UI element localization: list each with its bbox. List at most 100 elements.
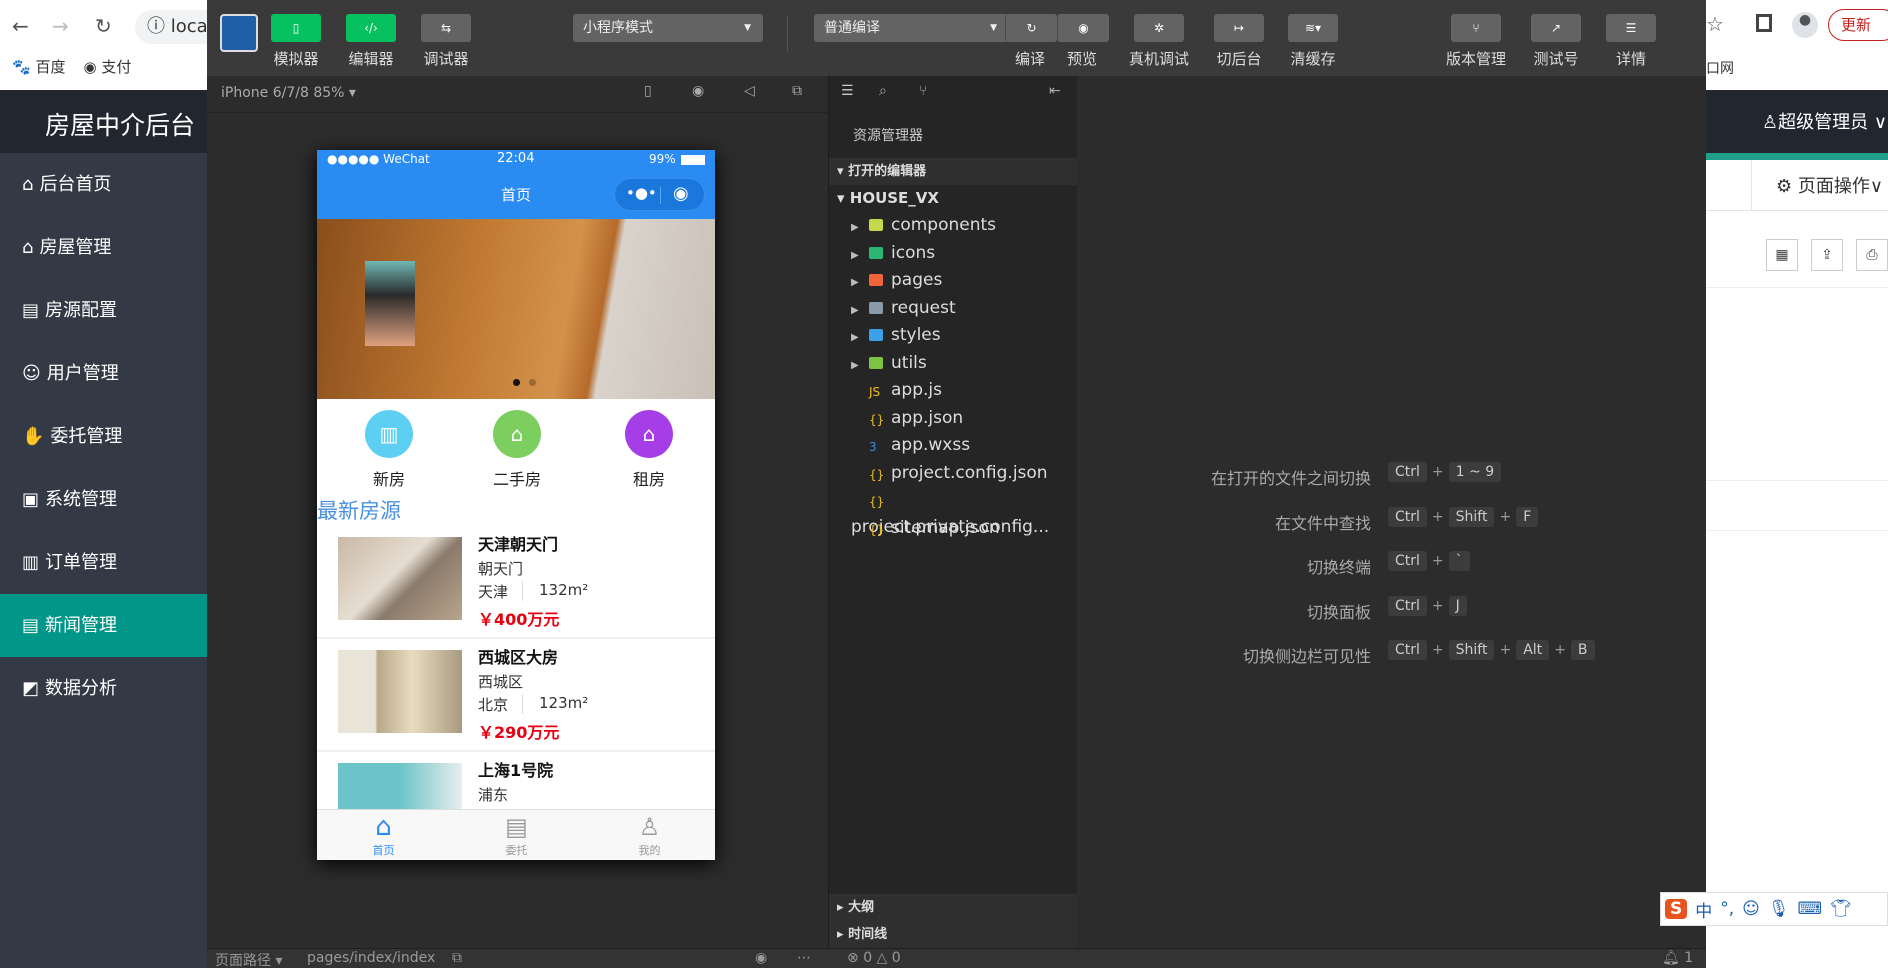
popout-icon[interactable]: ⧉ (792, 83, 802, 99)
sidebar-item-analytics[interactable]: ◩ 数据分析 (0, 657, 207, 720)
collapse-panel-icon[interactable]: ⇤ (1049, 83, 1061, 99)
profile-avatar[interactable]: ● (1792, 12, 1818, 38)
java-logo[interactable] (220, 14, 258, 52)
file-tree-item[interactable]: ▶ icons (829, 240, 1078, 267)
banner-carousel[interactable] (317, 219, 715, 399)
file-tree-item[interactable]: ▶ styles (829, 322, 1078, 349)
preview-button[interactable]: ◉ (1057, 14, 1109, 42)
clock: 22:04 (497, 151, 535, 166)
ime-mode[interactable]: 中 (1695, 897, 1712, 922)
list-icon[interactable]: ☰ (841, 83, 854, 99)
more-icon[interactable]: •●• (626, 184, 657, 202)
mode-select[interactable]: 小程序模式 ▼ (573, 14, 763, 42)
tab-home[interactable]: ⌂ 首页 (317, 812, 450, 858)
file-tree-item[interactable]: 3 app.wxss (829, 432, 1078, 459)
listing-area: 西城区 (478, 673, 524, 691)
test-id-button[interactable]: ↗ (1531, 14, 1581, 42)
sidebar-item-system[interactable]: ▣ 系统管理 (0, 468, 207, 531)
carousel-dot[interactable] (529, 379, 536, 386)
quick-second-hand[interactable]: ⌂ 二手房 (467, 410, 567, 490)
real-debug-button[interactable]: ✲ (1134, 14, 1184, 42)
compile-button[interactable]: ↻ (1005, 14, 1057, 42)
file-tree-item[interactable]: {} sitemap.json (829, 515, 1078, 542)
phone-icon[interactable]: ▯ (644, 83, 652, 99)
search-icon[interactable]: ⌕ (879, 83, 887, 99)
tab-mine[interactable]: ♙ 我的 (583, 812, 715, 858)
more-icon[interactable]: ⋯ (797, 950, 811, 966)
notification-count: 1 (1684, 950, 1694, 966)
quick-rent[interactable]: ⌂ 租房 (599, 410, 699, 490)
details-button[interactable]: ☰ (1606, 14, 1656, 42)
sidebar-item-users[interactable]: ☺ 用户管理 (0, 342, 207, 405)
columns-icon[interactable]: ▦ (1766, 239, 1798, 271)
compile-mode-select[interactable]: 普通编译 ▼ (814, 14, 1009, 42)
sogou-logo[interactable]: S (1665, 899, 1688, 919)
close-miniprogram-icon[interactable]: ◉ (673, 183, 689, 204)
clear-cache-label: 清缓存 (1290, 50, 1336, 68)
bookmark-pay[interactable]: ◉ 支付 (83, 56, 131, 77)
reload-icon[interactable]: ↻ (95, 14, 112, 38)
file-tree-item[interactable]: {}project.private.config... (829, 487, 1078, 537)
emoji-icon[interactable]: ☺ (1742, 899, 1760, 919)
source-control-icon[interactable]: ⑂ (919, 83, 927, 99)
page-ops-menu[interactable]: ⚙ 页面操作∨ (1776, 172, 1883, 198)
sidebar-item-news[interactable]: ▤ 新闻管理 (0, 594, 207, 657)
house-icon: ⌂ (493, 410, 541, 458)
sidebar-item-config[interactable]: ▤ 房源配置 (0, 279, 207, 342)
device-select[interactable]: iPhone 6/7/8 85% ▾ (221, 85, 356, 101)
timeline-section[interactable]: ▸ 时间线 (829, 921, 1078, 948)
background-button[interactable]: ↦ (1214, 14, 1264, 42)
sidepanel-icon[interactable] (1756, 14, 1772, 32)
project-root[interactable]: ▾ HOUSE_VX (829, 185, 1078, 212)
folder-icon (869, 246, 883, 259)
sidebar-item-houses[interactable]: ⌂ 房屋管理 (0, 216, 207, 279)
simulator-button[interactable]: ▯ (271, 14, 321, 42)
file-tree-item[interactable]: ▶ components (829, 212, 1078, 239)
ime-punct[interactable]: °, (1720, 899, 1734, 919)
listing-item[interactable]: 天津朝天门 朝天门 天津 132m² ￥400万元 (317, 526, 715, 639)
notification-indicator[interactable]: 🔔︎ 1 (1662, 950, 1693, 966)
copy-icon[interactable]: ⧉ (452, 950, 462, 966)
quick-new-house[interactable]: ▥ 新房 (339, 410, 439, 490)
bookmark-right[interactable]: 口网 (1706, 58, 1734, 78)
json-icon: {} (869, 495, 885, 509)
sidebar-item-orders[interactable]: ▥ 订单管理 (0, 531, 207, 594)
sound-icon[interactable]: ◁ (744, 83, 755, 99)
export-icon[interactable]: ⇪ (1811, 239, 1843, 271)
page-path-select[interactable]: 页面路径 ▾ (215, 950, 282, 970)
record-icon[interactable]: ◉ (692, 83, 704, 99)
outline-section[interactable]: ▸ 大纲 (829, 894, 1078, 921)
keyboard-icon[interactable]: ⌨ (1797, 899, 1822, 919)
file-tree-item[interactable]: ▶ request (829, 295, 1078, 322)
back-icon[interactable]: ← (12, 14, 29, 38)
update-button[interactable]: 更新 (1828, 9, 1888, 41)
star-icon[interactable]: ☆ (1706, 12, 1724, 36)
user-menu[interactable]: ♙超级管理员 ∨ (1762, 108, 1887, 134)
debugger-label: 调试器 (423, 50, 469, 68)
tab-delegate[interactable]: ▤ 委托 (450, 812, 583, 858)
error-count: 0 (863, 950, 873, 966)
forward-icon[interactable]: → (52, 14, 69, 38)
file-tree-item[interactable]: {} project.config.json (829, 460, 1078, 487)
sidebar-item-delegate[interactable]: ✋ 委托管理 (0, 405, 207, 468)
bookmark-baidu[interactable]: 🐾 百度 (12, 56, 65, 77)
version-button[interactable]: ⑂ (1451, 14, 1501, 42)
mic-icon[interactable]: 🎙︎ (1768, 899, 1790, 919)
file-tree-item[interactable]: {} app.json (829, 405, 1078, 432)
eye-icon[interactable]: ◉ (755, 950, 767, 966)
open-editors-section[interactable]: ▾ 打开的编辑器 (829, 158, 1078, 185)
print-icon[interactable]: ⎙ (1856, 239, 1888, 271)
carousel-dot-active[interactable] (513, 379, 520, 386)
system-icon: ▣ (22, 489, 40, 510)
listing-item[interactable]: 西城区大房 西城区 北京 123m² ￥290万元 (317, 639, 715, 752)
debugger-button[interactable]: ⇆ (421, 14, 471, 42)
file-tree-item[interactable]: ▶ utils (829, 350, 1078, 377)
skin-icon[interactable]: 👕︎ (1830, 899, 1852, 919)
editor-button[interactable]: ‹/› (346, 14, 396, 42)
file-tree-item[interactable]: JS app.js (829, 377, 1078, 404)
problems-indicator[interactable]: ⊗ 0 △ 0 (847, 950, 901, 966)
folder-icon (869, 301, 883, 314)
clear-cache-button[interactable]: ≋▾ (1288, 14, 1338, 42)
sidebar-item-home[interactable]: ⌂ 后台首页 (0, 153, 207, 216)
file-tree-item[interactable]: ▶ pages (829, 267, 1078, 294)
